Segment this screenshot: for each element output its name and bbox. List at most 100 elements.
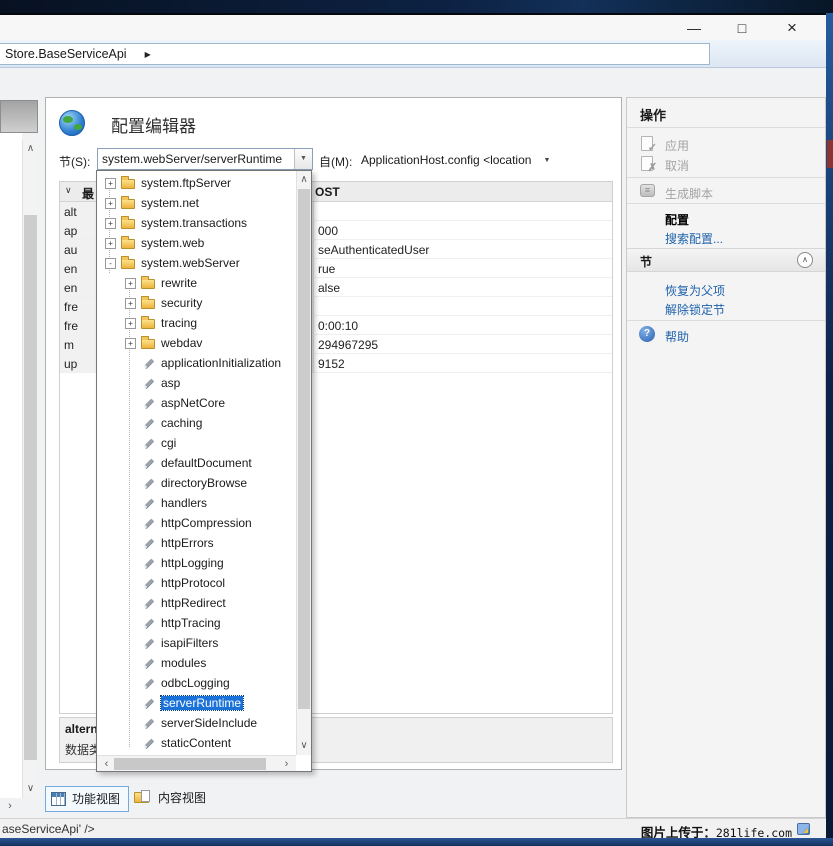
- tree-item-handlers[interactable]: handlers: [97, 493, 296, 513]
- tree-item-label: serverSideInclude: [161, 716, 257, 730]
- tree-horizontal-scrollbar[interactable]: ‹ ›: [97, 755, 296, 771]
- scroll-up-icon[interactable]: ∧: [297, 173, 311, 187]
- tree-item-system.web[interactable]: +system.web: [97, 233, 296, 253]
- tree-item-odbcLogging[interactable]: odbcLogging: [97, 673, 296, 693]
- expand-box-icon[interactable]: +: [105, 218, 116, 229]
- tree-item-httpRedirect[interactable]: httpRedirect: [97, 593, 296, 613]
- apply-button: ✓ 应用: [627, 135, 825, 155]
- tree-item-label: httpLogging: [161, 556, 224, 570]
- tree-item-tracing[interactable]: + tracing: [97, 313, 296, 333]
- expand-box-icon[interactable]: +: [105, 238, 116, 249]
- section-pencil-icon: [144, 479, 154, 489]
- search-config-label[interactable]: 搜索配置...: [665, 230, 723, 247]
- collapse-section-icon[interactable]: ∧: [797, 252, 813, 268]
- tree-item-httpCompression[interactable]: httpCompression: [97, 513, 296, 533]
- expand-box-icon[interactable]: +: [125, 338, 136, 349]
- from-combobox[interactable]: ApplicationHost.config <location▼: [361, 153, 550, 167]
- help-label[interactable]: 帮助: [665, 328, 689, 345]
- expand-box-icon[interactable]: +: [105, 178, 116, 189]
- tree-item-httpProtocol[interactable]: httpProtocol: [97, 573, 296, 593]
- tree-item-rewrite[interactable]: +rewrite: [97, 273, 296, 293]
- expand-box-icon[interactable]: +: [105, 198, 116, 209]
- property-value: 9152: [318, 357, 345, 371]
- tab-features-view[interactable]: 功能视图: [45, 786, 129, 812]
- folder-icon: [141, 299, 155, 309]
- section-group-header[interactable]: 节 ∧: [627, 248, 825, 272]
- expand-box-icon[interactable]: +: [125, 298, 136, 309]
- restore-parent-label[interactable]: 恢复为父项: [665, 282, 725, 299]
- tree-item-applicationInitialization[interactable]: applicationInitialization: [97, 353, 296, 373]
- tree-item-serverRuntime[interactable]: serverRuntime: [97, 693, 296, 713]
- scroll-up-icon[interactable]: ∧: [23, 142, 38, 156]
- minimize-button[interactable]: —: [679, 16, 709, 40]
- tree-item-system.webServer[interactable]: -system.webServer: [97, 253, 296, 273]
- group-header-name: 最: [82, 185, 94, 202]
- close-button[interactable]: ×: [777, 16, 807, 40]
- apply-icon: ✓: [641, 136, 653, 151]
- combobox-dropdown-icon[interactable]: ▼: [294, 149, 312, 169]
- tree-item-label: directoryBrowse: [161, 476, 247, 490]
- tree-item-system.ftpServer[interactable]: + system.ftpServer: [97, 173, 296, 193]
- section-pencil-icon: [144, 699, 154, 709]
- tree-item-cgi[interactable]: cgi: [97, 433, 296, 453]
- tree-item-aspNetCore[interactable]: aspNetCore: [97, 393, 296, 413]
- maximize-button[interactable]: □: [727, 16, 757, 40]
- expand-box-icon[interactable]: +: [125, 278, 136, 289]
- tree-item-label: tracing: [161, 316, 197, 330]
- tree-item-httpErrors[interactable]: httpErrors: [97, 533, 296, 553]
- collapse-box-icon[interactable]: -: [105, 258, 116, 269]
- cancel-label: 取消: [665, 157, 689, 174]
- page-title: 配置编辑器: [111, 112, 196, 137]
- connections-vertical-scrollbar[interactable]: ∧ ∨: [22, 140, 38, 798]
- section-dropdown-popup: + system.ftpServer +system.net+system.tran…: [96, 170, 312, 772]
- tree-item-defaultDocument[interactable]: defaultDocument: [97, 453, 296, 473]
- scrollbar-thumb[interactable]: [114, 758, 266, 770]
- address-toolbar: Store.BaseServiceApi▶ ↻ × ⌂ ? ▼: [0, 40, 826, 68]
- tree-item-label: serverRuntime: [161, 696, 243, 710]
- unlock-section-link[interactable]: 解除锁定节: [627, 299, 825, 319]
- tree-item-isapiFilters[interactable]: isapiFilters: [97, 633, 296, 653]
- tree-item-staticContent[interactable]: staticContent: [97, 733, 296, 753]
- collapse-chevron-icon[interactable]: ∨: [65, 185, 72, 196]
- script-icon: ≡: [640, 184, 655, 197]
- breadcrumb-address-bar[interactable]: Store.BaseServiceApi ▶: [0, 43, 710, 65]
- tree-item-webdav[interactable]: +webdav: [97, 333, 296, 353]
- search-config-link[interactable]: 搜索配置...: [627, 228, 825, 248]
- scrollbar-thumb[interactable]: [24, 215, 37, 760]
- tree-item-caching[interactable]: caching: [97, 413, 296, 433]
- folder-icon: [141, 319, 155, 329]
- scroll-down-icon[interactable]: ∨: [297, 739, 311, 753]
- section-pencil-icon: [144, 539, 154, 549]
- expand-box-icon[interactable]: +: [125, 318, 136, 329]
- tree-item-system.net[interactable]: +system.net: [97, 193, 296, 213]
- scroll-right-icon[interactable]: ›: [279, 757, 294, 771]
- tree-item-label: system.ftpServer: [141, 176, 231, 190]
- breadcrumb[interactable]: Store.BaseServiceApi: [5, 47, 127, 61]
- tree-item-directoryBrowse[interactable]: directoryBrowse: [97, 473, 296, 493]
- help-link[interactable]: ? 帮助: [627, 326, 825, 346]
- tab-content-view[interactable]: 内容视图: [134, 786, 212, 812]
- section-pencil-icon: [144, 359, 154, 369]
- from-dropdown-icon[interactable]: ▼: [543, 157, 550, 164]
- tree-item-httpTracing[interactable]: httpTracing: [97, 613, 296, 633]
- scroll-right-icon[interactable]: ›: [2, 798, 18, 814]
- unlock-section-label[interactable]: 解除锁定节: [665, 301, 725, 318]
- tree-item-system.transactions[interactable]: +system.transactions: [97, 213, 296, 233]
- tree-item-security[interactable]: +security: [97, 293, 296, 313]
- section-pencil-icon: [144, 419, 154, 429]
- restore-parent-link[interactable]: 恢复为父项: [627, 280, 825, 300]
- property-value: seAuthenticatedUser: [318, 243, 429, 257]
- section-tree: + system.ftpServer +system.net+system.tran…: [97, 171, 296, 755]
- tree-item-serverSideInclude[interactable]: serverSideInclude: [97, 713, 296, 733]
- scrollbar-thumb[interactable]: [298, 189, 310, 709]
- tree-item-asp[interactable]: asp: [97, 373, 296, 393]
- tree-item-httpLogging[interactable]: httpLogging: [97, 553, 296, 573]
- scroll-left-icon[interactable]: ‹: [99, 757, 114, 771]
- scroll-down-icon[interactable]: ∨: [23, 782, 38, 796]
- tree-item-modules[interactable]: modules: [97, 653, 296, 673]
- section-combobox[interactable]: system.webServer/serverRuntime ▼: [97, 148, 313, 170]
- connections-panel-header: [0, 100, 38, 133]
- tree-vertical-scrollbar[interactable]: ∧ ∨: [296, 171, 311, 755]
- tree-item-label: odbcLogging: [161, 676, 230, 690]
- breadcrumb-chevron-icon[interactable]: ▶: [145, 50, 151, 59]
